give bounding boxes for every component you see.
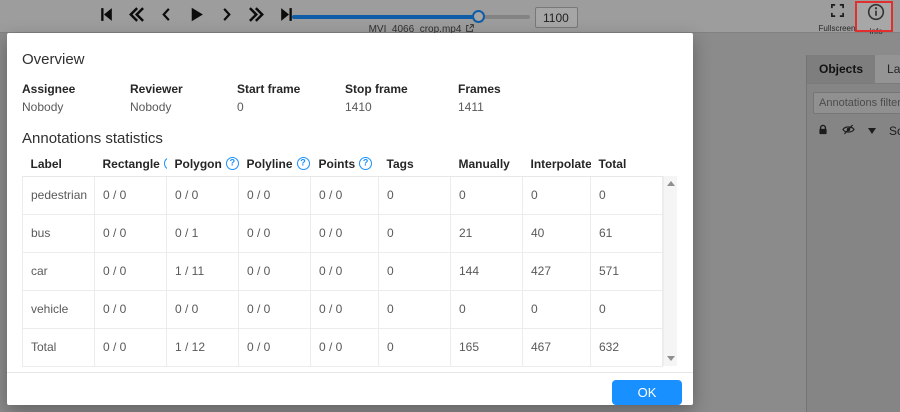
- table-cell: 40: [522, 213, 591, 253]
- stats-column-header: Label: [22, 152, 95, 177]
- overview-title: Overview: [22, 51, 85, 68]
- stats-column-header: Polyline: [238, 152, 311, 177]
- table-row: vehicle 0 / 00 / 00 / 00 / 00000: [22, 289, 663, 329]
- field-label: Stop frame: [345, 82, 408, 96]
- table-cell: 0 / 0: [310, 175, 379, 215]
- table-cell: 1 / 11: [166, 251, 239, 291]
- stats-column-header: Points: [310, 152, 379, 177]
- table-cell: 0 / 0: [94, 327, 167, 367]
- help-icon[interactable]: [163, 156, 167, 170]
- job-info-modal: Overview Assignee Nobody Reviewer Nobody Sta…: [7, 33, 693, 405]
- overview-field: Frames 1411: [458, 82, 501, 114]
- overview-field: Stop frame 1410: [345, 82, 458, 114]
- table-cell: 0 / 0: [310, 213, 379, 253]
- table-cell: 0: [450, 289, 523, 329]
- help-icon[interactable]: [359, 156, 373, 170]
- overview-fields: Assignee Nobody Reviewer Nobody Start frame 0…: [22, 82, 678, 114]
- scroll-up-icon[interactable]: [667, 181, 675, 186]
- stats-column-header: Polygon: [166, 152, 239, 177]
- modal-footer: OK: [7, 372, 693, 405]
- table-cell: 0: [378, 289, 451, 329]
- table-cell: 0: [378, 175, 451, 215]
- table-cell: 165: [450, 327, 523, 367]
- table-cell: bus: [22, 213, 95, 253]
- help-icon[interactable]: [296, 156, 310, 170]
- table-cell: 0 / 0: [166, 175, 239, 215]
- table-cell: 0 / 0: [94, 251, 167, 291]
- table-cell: 0: [522, 289, 591, 329]
- table-cell: 571: [590, 251, 663, 291]
- table-cell: vehicle: [22, 289, 95, 329]
- table-cell: 0: [450, 175, 523, 215]
- table-cell: 0 / 0: [238, 251, 311, 291]
- field-value: Nobody: [130, 100, 172, 114]
- table-cell: 0 / 0: [94, 213, 167, 253]
- table-scrollbar[interactable]: [663, 176, 677, 366]
- stats-table-body: pedestrian 0 / 00 / 00 / 00 / 0 0 0 0 0 bus 0 /…: [22, 175, 663, 367]
- table-cell: 144: [450, 251, 523, 291]
- table-cell: 0 / 0: [310, 327, 379, 367]
- table-cell: 0 / 0: [310, 289, 379, 329]
- table-cell: 61: [590, 213, 663, 253]
- field-value: Nobody: [22, 100, 64, 114]
- stats-column-header: Interpolated: [522, 152, 591, 177]
- table-cell: 1 / 12: [166, 327, 239, 367]
- table-cell: 467: [522, 327, 591, 367]
- field-value: 0: [237, 100, 244, 114]
- stats-title: Annotations statistics: [22, 130, 163, 147]
- table-cell: 0: [378, 327, 451, 367]
- stats-header-row: LabelRectanglePolygonPolylinePointsTagsM…: [22, 152, 663, 177]
- field-label: Frames: [458, 82, 501, 96]
- stats-column-header: Rectangle: [94, 152, 167, 177]
- table-cell: 0: [378, 251, 451, 291]
- table-cell: 0: [522, 175, 591, 215]
- table-cell: 632: [590, 327, 663, 367]
- table-row: Total 0 / 01 / 12 0 / 00 / 0 0 165 467 632: [22, 327, 663, 367]
- table-cell: 0: [378, 213, 451, 253]
- stats-table-wrap: LabelRectanglePolygonPolylinePointsTagsM…: [22, 152, 677, 367]
- field-label: Assignee: [22, 82, 76, 96]
- table-row: bus 0 / 00 / 10 / 00 / 0 0 21 40 61: [22, 213, 663, 253]
- overview-field: Reviewer Nobody: [130, 82, 237, 114]
- field-value: 1411: [458, 100, 484, 114]
- overview-field: Start frame 0: [237, 82, 345, 114]
- table-cell: 0 / 0: [94, 175, 167, 215]
- overview-field: Assignee Nobody: [22, 82, 130, 114]
- table-cell: car: [22, 251, 95, 291]
- table-cell: 0: [590, 289, 663, 329]
- stats-column-header: Tags: [378, 152, 451, 177]
- table-cell: 0 / 0: [238, 327, 311, 367]
- stats-table: LabelRectanglePolygonPolylinePointsTagsM…: [22, 152, 663, 367]
- table-cell: 0 / 0: [238, 213, 311, 253]
- field-label: Start frame: [237, 82, 301, 96]
- ok-button[interactable]: OK: [612, 380, 682, 405]
- table-cell: 0 / 0: [238, 175, 311, 215]
- scroll-down-icon[interactable]: [667, 356, 675, 361]
- table-cell: 0 / 0: [310, 251, 379, 291]
- table-cell: Total: [22, 327, 95, 367]
- table-cell: 0 / 0: [238, 289, 311, 329]
- table-cell: 21: [450, 213, 523, 253]
- table-cell: 0: [590, 175, 663, 215]
- table-cell: 0 / 1: [166, 213, 239, 253]
- table-cell: pedestrian: [22, 175, 95, 215]
- field-label: Reviewer: [130, 82, 183, 96]
- stats-column-header: Total: [590, 152, 663, 177]
- stats-column-header: Manually: [450, 152, 523, 177]
- table-cell: 0 / 0: [166, 289, 239, 329]
- field-value: 1410: [345, 100, 372, 114]
- table-cell: 427: [522, 251, 591, 291]
- help-icon[interactable]: [225, 156, 239, 170]
- table-cell: 0 / 0: [94, 289, 167, 329]
- table-row: car 0 / 01 / 11 0 / 00 / 0 0 144 427 571: [22, 251, 663, 291]
- table-row: pedestrian 0 / 00 / 00 / 00 / 00000: [22, 175, 663, 215]
